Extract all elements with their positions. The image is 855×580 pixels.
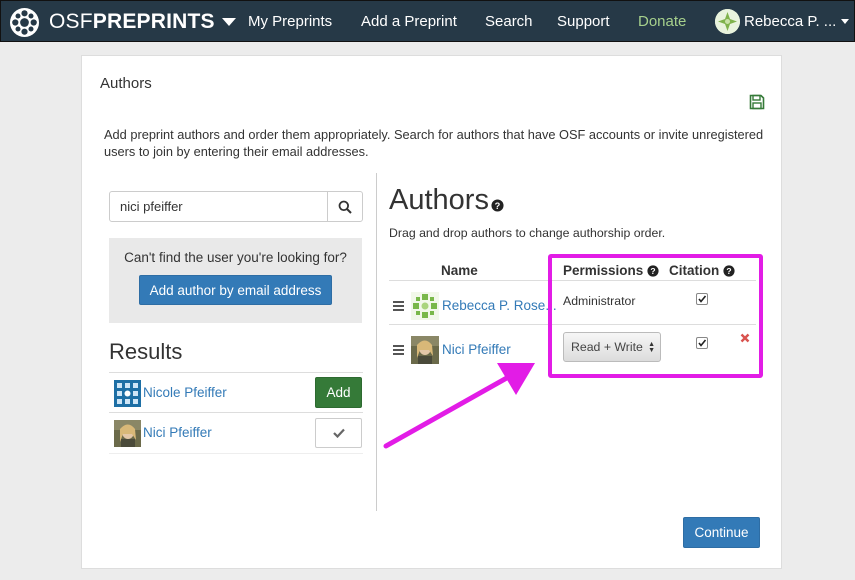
- osf-logo-icon: [9, 7, 40, 37]
- search-button[interactable]: [327, 192, 362, 221]
- top-navbar: OSFPREPRINTS My Preprints Add a Preprint…: [0, 0, 855, 42]
- authors-heading: Authors: [389, 184, 489, 216]
- save-icon[interactable]: [749, 94, 765, 110]
- panel-heading: Authors: [100, 75, 152, 92]
- list-item: Nicole Pfeiffer Add: [109, 373, 363, 413]
- highlight-box: [548, 254, 763, 378]
- avatar: [114, 420, 141, 447]
- arrow-annotation: [383, 363, 535, 449]
- column-name: Name: [441, 263, 478, 278]
- check-icon: [332, 428, 345, 438]
- result-name[interactable]: Nici Pfeiffer: [143, 425, 212, 440]
- brand[interactable]: OSFPREPRINTS: [9, 7, 236, 37]
- drag-handle-icon[interactable]: [393, 301, 404, 313]
- column-divider: [376, 173, 377, 511]
- nav-search[interactable]: Search: [485, 13, 533, 30]
- continue-button[interactable]: Continue: [683, 517, 760, 548]
- add-button[interactable]: Add: [315, 377, 362, 408]
- result-name[interactable]: Nicole Pfeiffer: [143, 385, 227, 400]
- add-by-email-button[interactable]: Add author by email address: [139, 275, 332, 305]
- search-input[interactable]: [110, 192, 327, 221]
- author-name[interactable]: Nici Pfeiffer: [442, 342, 511, 357]
- list-item: Nici Pfeiffer: [109, 413, 363, 453]
- user-menu[interactable]: Rebecca P. ...: [715, 9, 850, 34]
- svg-text:?: ?: [495, 201, 501, 211]
- nav-add-preprint[interactable]: Add a Preprint: [361, 13, 457, 30]
- nav-support[interactable]: Support: [557, 13, 610, 30]
- avatar: [715, 9, 740, 34]
- author-name[interactable]: Rebecca P. Rose...: [442, 298, 557, 313]
- avatar: [411, 292, 439, 320]
- drag-hint: Drag and drop authors to change authorsh…: [389, 226, 666, 240]
- drag-handle-icon[interactable]: [393, 345, 404, 357]
- author-search: [109, 191, 363, 222]
- nav-donate[interactable]: Donate: [638, 13, 686, 30]
- search-icon: [338, 200, 352, 214]
- divider: [109, 453, 363, 454]
- results-heading: Results: [109, 339, 183, 364]
- avatar: [114, 380, 141, 407]
- user-not-found-box: Can't find the user you're looking for? …: [109, 238, 362, 323]
- added-button[interactable]: [315, 418, 362, 448]
- user-name: Rebecca P. ...: [744, 13, 837, 30]
- intro-text: Add preprint authors and order them appr…: [104, 127, 764, 159]
- caret-down-icon: [841, 19, 850, 24]
- column-name-label: Name: [441, 263, 478, 278]
- not-found-text: Can't find the user you're looking for?: [124, 250, 347, 265]
- brand-name: OSFPREPRINTS: [49, 10, 215, 33]
- help-icon[interactable]: ?: [491, 199, 504, 212]
- nav-my-preprints[interactable]: My Preprints: [248, 13, 332, 30]
- caret-down-icon[interactable]: [221, 18, 236, 26]
